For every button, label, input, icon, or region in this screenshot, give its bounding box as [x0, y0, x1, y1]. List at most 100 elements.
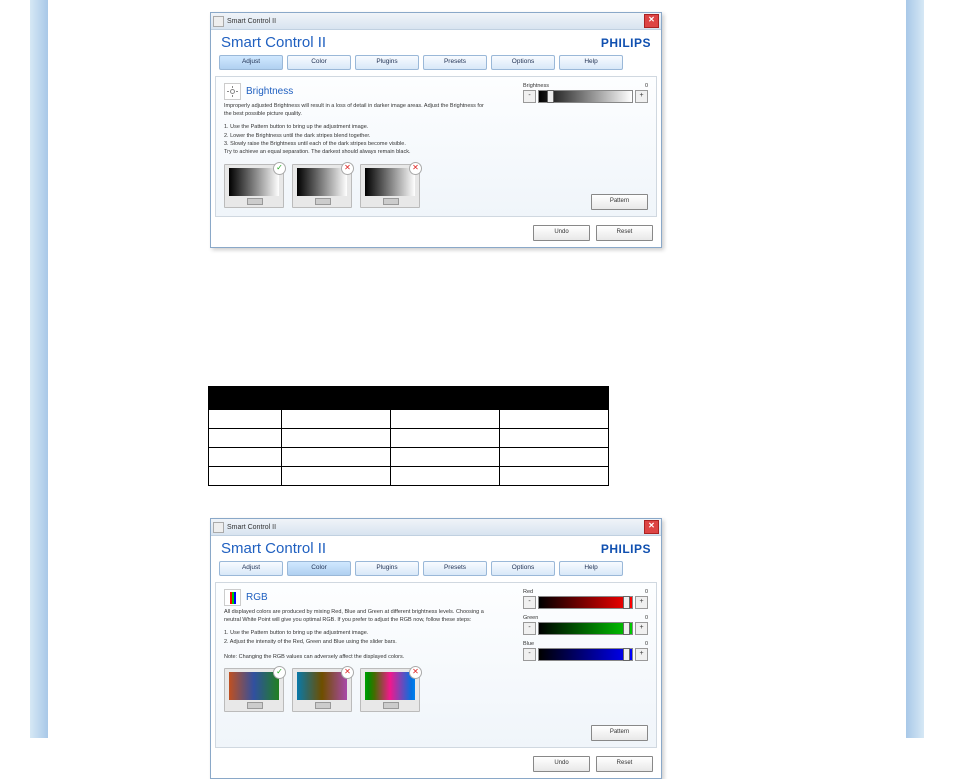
red-label: Red [523, 589, 533, 595]
menu-presets[interactable]: Presets [423, 561, 487, 576]
reset-button[interactable]: Reset [596, 225, 653, 241]
menu-color[interactable]: Color [287, 55, 351, 70]
brightness-icon [224, 83, 241, 100]
header-row: Smart Control II PHILIPS [211, 30, 661, 53]
menubar: Adjust Color Plugins Presets Options Hel… [211, 559, 661, 582]
slider-thumb[interactable] [623, 596, 630, 609]
slider-value: 0 [645, 83, 648, 89]
green-value: 0 [645, 615, 648, 621]
thumb-good: ✓ [224, 164, 284, 208]
green-slider[interactable] [538, 622, 633, 635]
slider-label: Brightness [523, 83, 549, 89]
th2 [282, 387, 391, 410]
rgb-panel: RGB All displayed colors are produced by… [215, 582, 657, 748]
table-row [209, 429, 609, 448]
titlebar-text: Smart Control II [227, 524, 276, 531]
step2: 2. Lower the Brightness until the dark s… [224, 132, 648, 140]
menu-help[interactable]: Help [559, 561, 623, 576]
thumb-good: ✓ [224, 668, 284, 712]
pattern-button[interactable]: Pattern [591, 725, 648, 741]
blue-plus-button[interactable]: + [635, 648, 648, 661]
titlebar-text: Smart Control II [227, 18, 276, 25]
blue-slider[interactable] [538, 648, 633, 661]
brightness-slider[interactable] [538, 90, 633, 103]
th4 [500, 387, 609, 410]
brightness-panel: Brightness Improperly adjusted Brightnes… [215, 76, 657, 217]
brightness-desc: Improperly adjusted Brightness will resu… [224, 103, 484, 118]
thumb-screen [365, 672, 415, 700]
brightness-slider-area: Brightness 0 - + [523, 83, 648, 109]
close-icon[interactable]: ✕ [644, 14, 659, 28]
menubar: Adjust Color Plugins Presets Options Hel… [211, 53, 661, 76]
menu-presets[interactable]: Presets [423, 55, 487, 70]
close-icon[interactable]: ✕ [644, 520, 659, 534]
thumb-stand [383, 702, 399, 709]
step3: 3. Slowly raise the Brightness until eac… [224, 140, 648, 148]
brand-logo: PHILIPS [601, 36, 651, 50]
thumb-stand [383, 198, 399, 205]
brightness-steps: 1. Use the Pattern button to bring up th… [224, 123, 648, 156]
check-icon: ✓ [273, 666, 286, 679]
undo-button[interactable]: Undo [533, 756, 590, 772]
thumb-screen [229, 168, 279, 196]
titlebar[interactable]: Smart Control II ✕ [211, 519, 661, 536]
thumb-stand [315, 702, 331, 709]
rgb-icon [224, 589, 241, 606]
titlebar[interactable]: Smart Control II ✕ [211, 13, 661, 30]
menu-help[interactable]: Help [559, 55, 623, 70]
pattern-wrap: Pattern [591, 194, 648, 210]
menu-plugins[interactable]: Plugins [355, 55, 419, 70]
page-left-accent [30, 0, 48, 738]
minus-button[interactable]: - [523, 90, 536, 103]
app-icon [213, 522, 224, 533]
table-row [209, 410, 609, 429]
thumb-bad1: ✕ [292, 164, 352, 208]
menu-plugins[interactable]: Plugins [355, 561, 419, 576]
menu-adjust[interactable]: Adjust [219, 55, 283, 70]
thumb-stand [315, 198, 331, 205]
blue-value: 0 [645, 641, 648, 647]
app-title: Smart Control II [221, 540, 326, 557]
red-minus-button[interactable]: - [523, 596, 536, 609]
pattern-wrap: Pattern [591, 725, 648, 741]
red-value: 0 [645, 589, 648, 595]
red-slider[interactable] [538, 596, 633, 609]
th1 [209, 387, 282, 410]
x-icon: ✕ [409, 162, 422, 175]
rgb-desc: All displayed colors are produced by mix… [224, 609, 484, 624]
x-icon: ✕ [341, 666, 354, 679]
slider-thumb[interactable] [623, 648, 630, 661]
x-icon: ✕ [341, 162, 354, 175]
green-minus-button[interactable]: - [523, 622, 536, 635]
page-right-accent [906, 0, 924, 738]
dialog-footer: Undo Reset [211, 752, 661, 778]
th3 [391, 387, 500, 410]
blue-minus-button[interactable]: - [523, 648, 536, 661]
thumb-stand [247, 702, 263, 709]
menu-options[interactable]: Options [491, 55, 555, 70]
check-icon: ✓ [273, 162, 286, 175]
green-plus-button[interactable]: + [635, 622, 648, 635]
menu-adjust[interactable]: Adjust [219, 561, 283, 576]
middle-table [208, 386, 609, 486]
pattern-button[interactable]: Pattern [591, 194, 648, 210]
menu-options[interactable]: Options [491, 561, 555, 576]
reset-button[interactable]: Reset [596, 756, 653, 772]
red-plus-button[interactable]: + [635, 596, 648, 609]
blue-slider-row: Blue 0 - + [523, 641, 648, 661]
thumb-screen [297, 672, 347, 700]
brightness-slider-row: Brightness 0 - + [523, 83, 648, 103]
brightness-dialog: Smart Control II ✕ Smart Control II PHIL… [210, 12, 662, 248]
table-row [209, 467, 609, 486]
table-row [209, 448, 609, 467]
thumb-bad2: ✕ [360, 164, 420, 208]
undo-button[interactable]: Undo [533, 225, 590, 241]
slider-thumb[interactable] [547, 90, 554, 103]
header-row: Smart Control II PHILIPS [211, 536, 661, 559]
slider-thumb[interactable] [623, 622, 630, 635]
menu-color[interactable]: Color [287, 561, 351, 576]
plus-button[interactable]: + [635, 90, 648, 103]
thumb-bad2: ✕ [360, 668, 420, 712]
rgb-slider-area: Red 0 - + Green 0 - + [523, 589, 648, 667]
step1: 1. Use the Pattern button to bring up th… [224, 123, 648, 131]
